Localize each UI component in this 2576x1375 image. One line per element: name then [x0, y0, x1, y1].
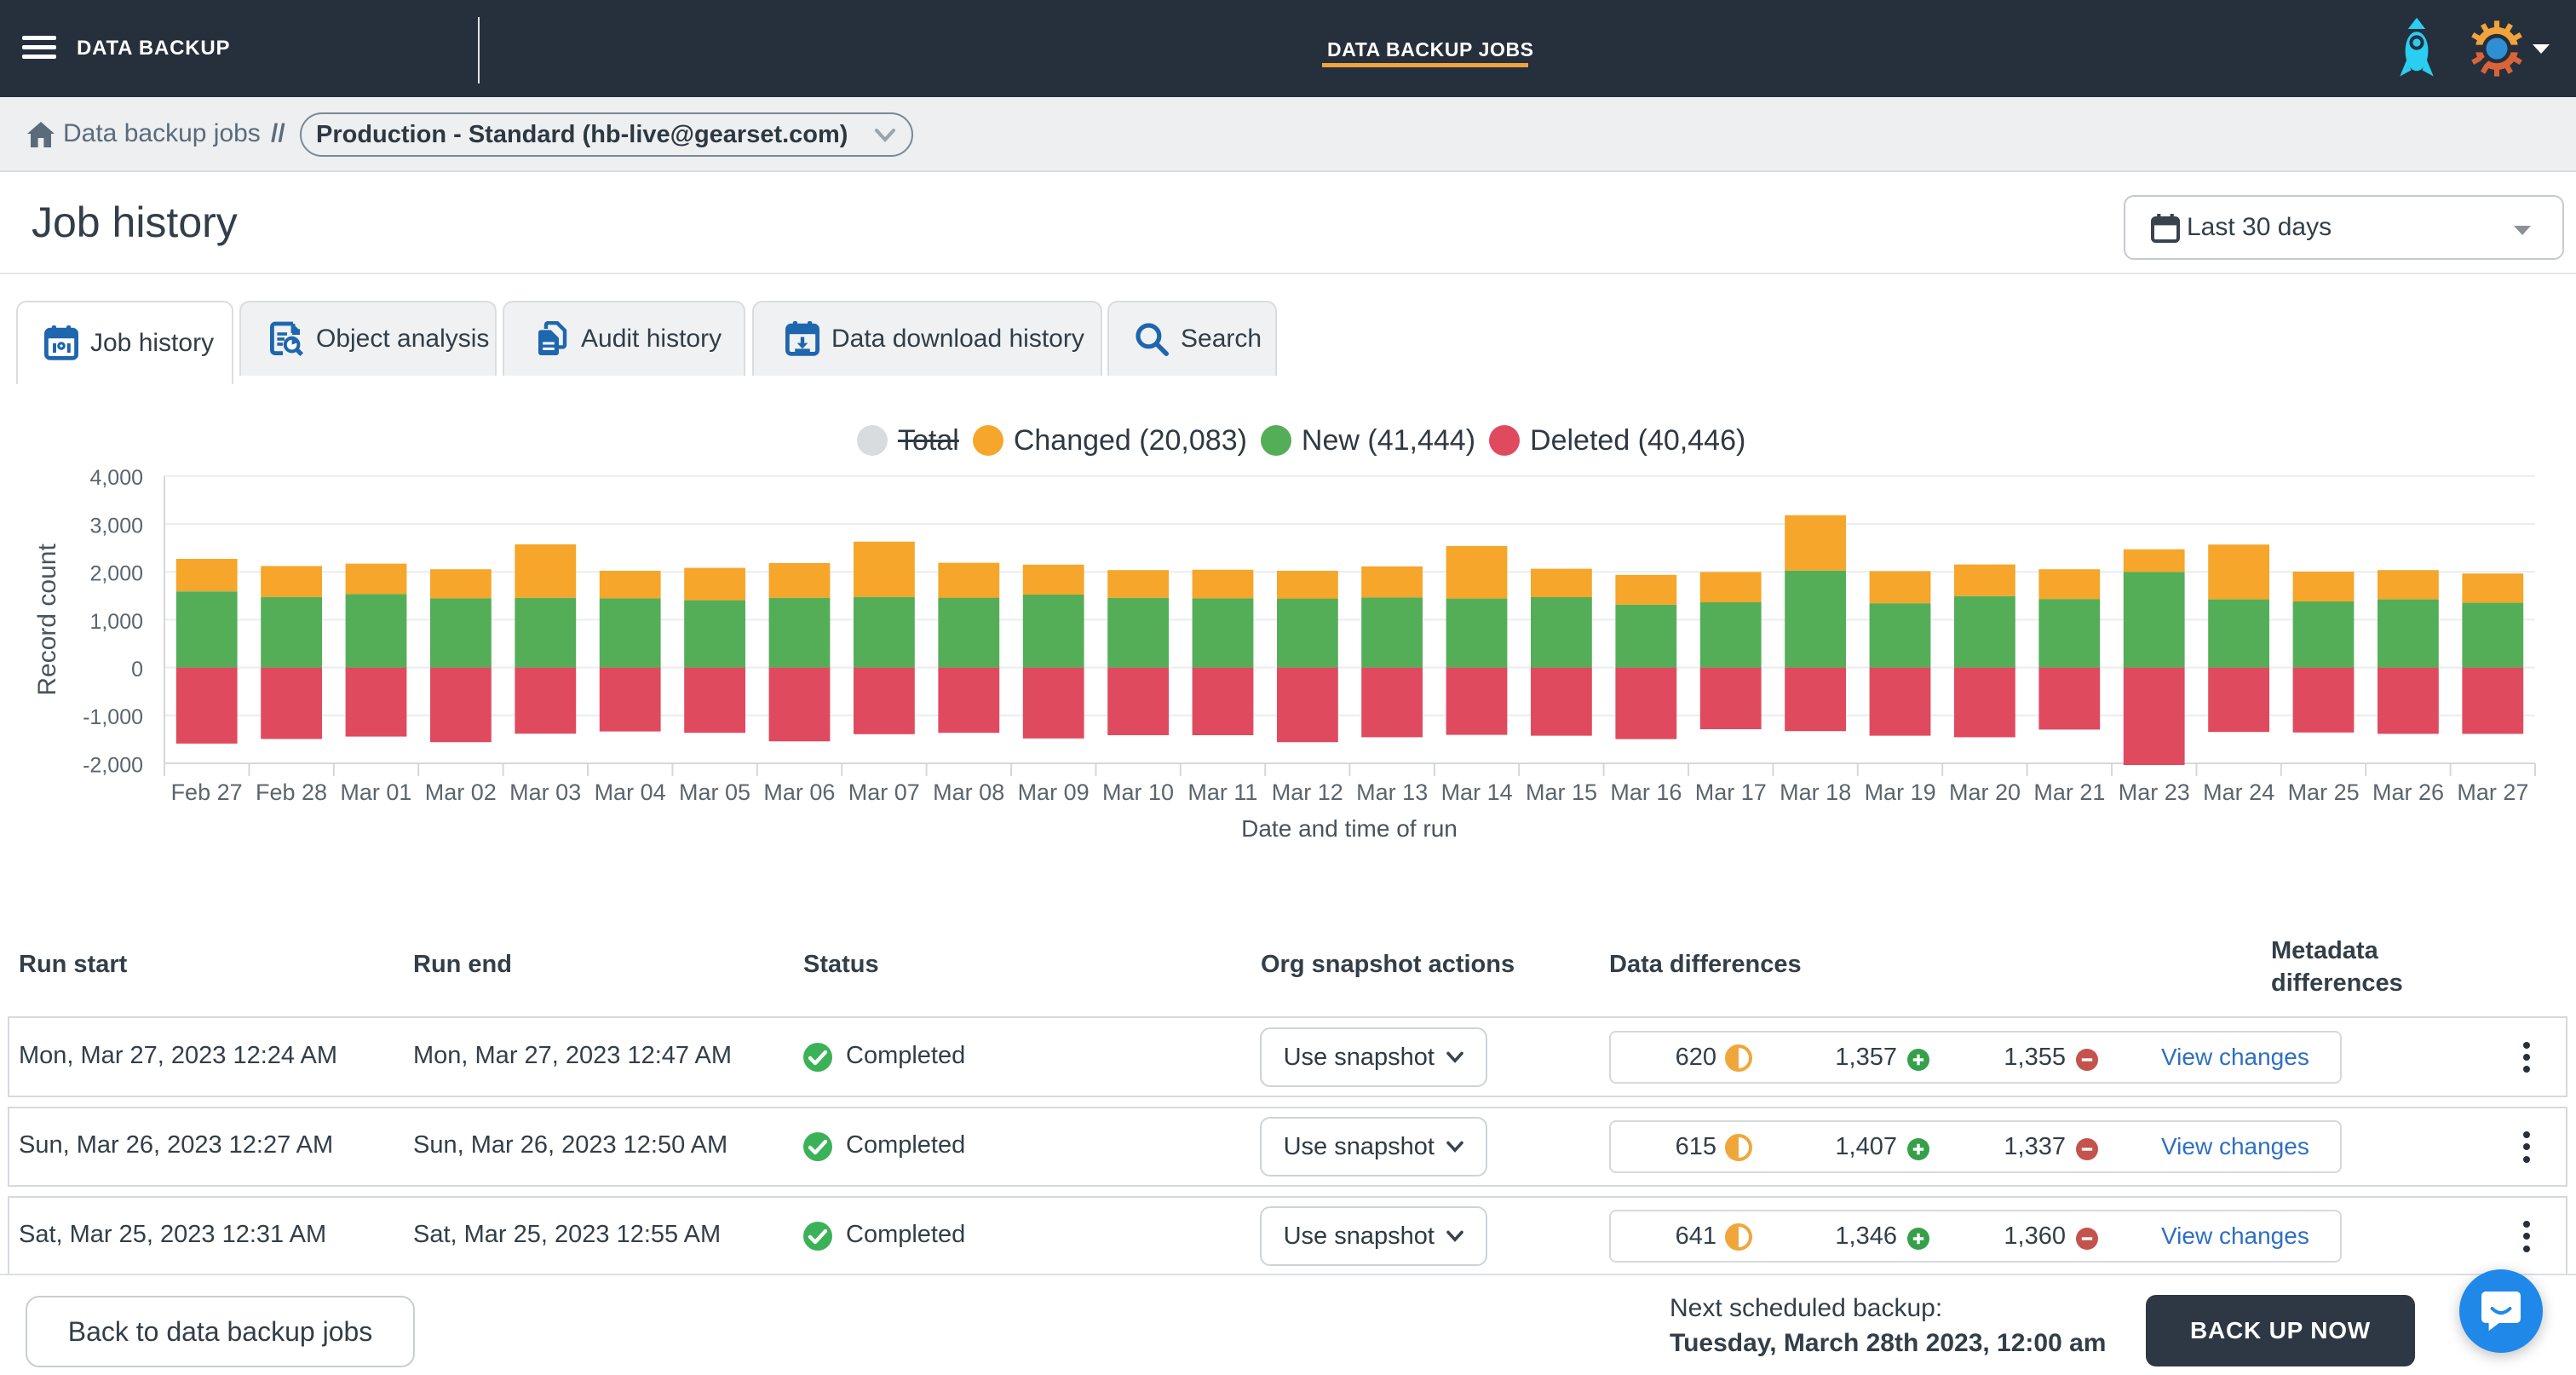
svg-text:Mar 18: Mar 18 [1780, 780, 1851, 805]
svg-text:Mar 01: Mar 01 [340, 780, 411, 805]
svg-text:Mar 27: Mar 27 [2457, 780, 2528, 805]
svg-text:Mar 04: Mar 04 [595, 780, 666, 805]
svg-text:0: 0 [131, 658, 143, 682]
svg-text:Mar 03: Mar 03 [509, 780, 581, 805]
svg-text:Mar 13: Mar 13 [1356, 780, 1428, 805]
svg-text:3,000: 3,000 [89, 514, 143, 538]
svg-text:-1,000: -1,000 [83, 705, 143, 729]
svg-text:Mar 06: Mar 06 [763, 780, 835, 805]
svg-text:Mar 16: Mar 16 [1610, 780, 1682, 805]
svg-text:Mar 23: Mar 23 [2119, 780, 2190, 805]
svg-text:Mar 02: Mar 02 [425, 780, 497, 805]
svg-text:Mar 14: Mar 14 [1441, 780, 1513, 805]
svg-text:Record count: Record count [33, 544, 61, 696]
svg-text:1,000: 1,000 [89, 610, 143, 634]
svg-text:Mar 24: Mar 24 [2203, 780, 2274, 805]
svg-text:-2,000: -2,000 [83, 753, 143, 777]
svg-text:Mar 11: Mar 11 [1187, 780, 1257, 805]
svg-text:Date and time of run: Date and time of run [1241, 815, 1458, 842]
svg-text:Mar 21: Mar 21 [2033, 780, 2105, 805]
svg-text:Mar 15: Mar 15 [1526, 780, 1597, 805]
svg-text:Mar 12: Mar 12 [1272, 780, 1343, 805]
svg-text:4,000: 4,000 [89, 466, 143, 490]
svg-text:Feb 28: Feb 28 [256, 780, 327, 805]
svg-text:Feb 27: Feb 27 [171, 780, 243, 805]
svg-text:Mar 17: Mar 17 [1695, 780, 1767, 805]
svg-text:Mar 07: Mar 07 [848, 780, 920, 805]
svg-text:Mar 08: Mar 08 [933, 780, 1004, 805]
svg-text:2,000: 2,000 [89, 562, 143, 586]
svg-text:Mar 09: Mar 09 [1018, 780, 1090, 805]
svg-text:Mar 20: Mar 20 [1949, 780, 2021, 805]
svg-text:Mar 10: Mar 10 [1102, 780, 1174, 805]
svg-text:Mar 25: Mar 25 [2288, 780, 2360, 805]
svg-text:Mar 19: Mar 19 [1865, 780, 1936, 805]
svg-text:Mar 05: Mar 05 [679, 780, 750, 805]
svg-text:Mar 26: Mar 26 [2372, 780, 2444, 805]
